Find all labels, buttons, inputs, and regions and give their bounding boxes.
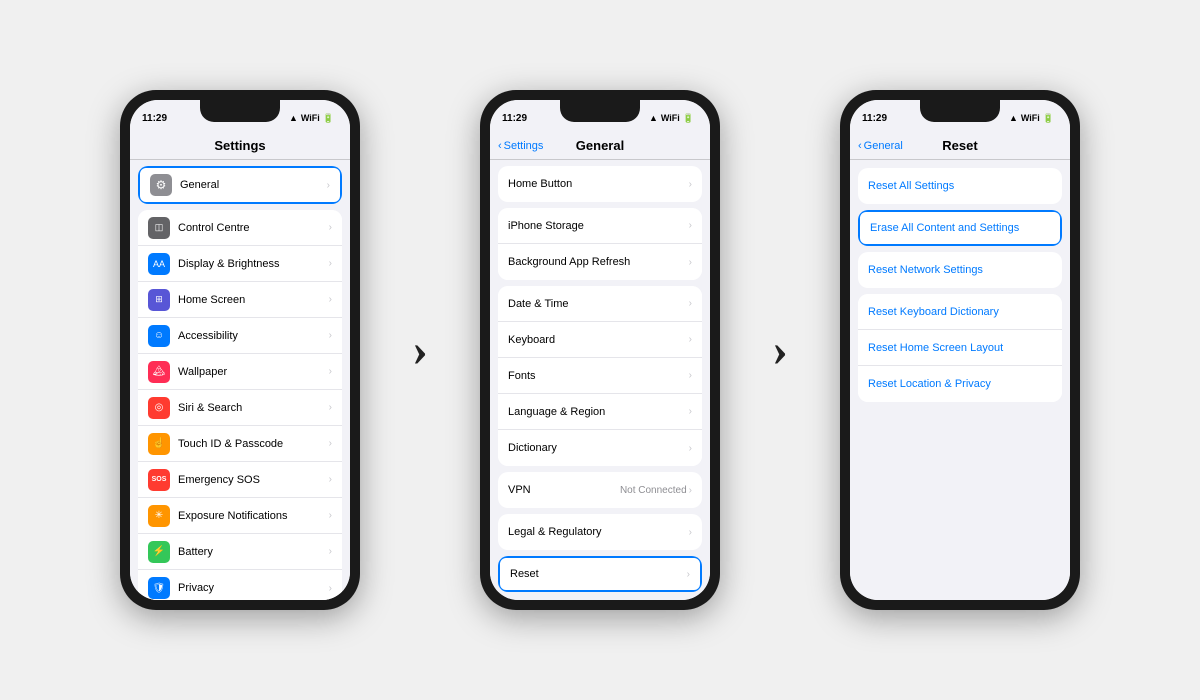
general-group-4: VPN Not Connected › bbox=[498, 472, 702, 508]
general-group-1: Home Button › bbox=[498, 166, 702, 202]
general-item-keyboard[interactable]: Keyboard › bbox=[498, 322, 702, 358]
back-label-settings: Settings bbox=[504, 140, 544, 152]
reset-item-keyboard[interactable]: Reset Keyboard Dictionary bbox=[858, 294, 1062, 330]
icon-touchid: ☝ bbox=[148, 433, 170, 455]
status-icons-3: ▲WiFi🔋 bbox=[1009, 113, 1054, 124]
phone-2: 11:29 ▲WiFi🔋 ‹ Settings General Home But… bbox=[480, 90, 720, 610]
notch-1 bbox=[200, 100, 280, 122]
back-btn-general[interactable]: ‹ General bbox=[858, 140, 903, 152]
settings-item-battery[interactable]: ⚡ Battery › bbox=[138, 534, 342, 570]
settings-item-exposure[interactable]: ✳ Exposure Notifications › bbox=[138, 498, 342, 534]
reset-item-home-screen-layout[interactable]: Reset Home Screen Layout bbox=[858, 330, 1062, 366]
general-group-3: Date & Time › Keyboard › Fonts › Languag… bbox=[498, 286, 702, 466]
back-btn-settings[interactable]: ‹ Settings bbox=[498, 140, 543, 152]
reset-group-1: Reset All Settings bbox=[858, 168, 1062, 204]
icon-home-screen: ⊞ bbox=[148, 289, 170, 311]
shut-down-container: Shut Down bbox=[490, 598, 710, 600]
settings-item-control-centre[interactable]: ◫ Control Centre › bbox=[138, 210, 342, 246]
settings-item-accessibility[interactable]: ☺ Accessibility › bbox=[138, 318, 342, 354]
icon-general: ⚙ bbox=[150, 174, 172, 196]
icon-accessibility: ☺ bbox=[148, 325, 170, 347]
label-general: General bbox=[180, 179, 327, 191]
screen-content-1: ⚙ General › ◫ Control Centre › AA Displa… bbox=[130, 160, 350, 600]
general-group-5: Legal & Regulatory › bbox=[498, 514, 702, 550]
group-settings-2: ◫ Control Centre › AA Display & Brightne… bbox=[138, 210, 342, 600]
general-item-background-app[interactable]: Background App Refresh › bbox=[498, 244, 702, 280]
reset-item-location[interactable]: Reset Location & Privacy bbox=[858, 366, 1062, 402]
general-item-dictionary[interactable]: Dictionary › bbox=[498, 430, 702, 466]
icon-sos: SOS bbox=[148, 469, 170, 491]
settings-item-sos[interactable]: SOS Emergency SOS › bbox=[138, 462, 342, 498]
group-general: ⚙ General › bbox=[138, 166, 342, 204]
general-item-date-time[interactable]: Date & Time › bbox=[498, 286, 702, 322]
icon-exposure: ✳ bbox=[148, 505, 170, 527]
settings-item-privacy[interactable]: 🛡 Privacy › bbox=[138, 570, 342, 600]
screen-title-1: Settings bbox=[214, 138, 265, 153]
time-2: 11:29 bbox=[502, 113, 527, 124]
settings-item-home-screen[interactable]: ⊞ Home Screen › bbox=[138, 282, 342, 318]
notch-2 bbox=[560, 100, 640, 122]
settings-item-wallpaper[interactable]: 🏔 Wallpaper › bbox=[138, 354, 342, 390]
settings-item-display[interactable]: AA Display & Brightness › bbox=[138, 246, 342, 282]
icon-privacy: 🛡 bbox=[148, 577, 170, 599]
general-group-reset: Reset › bbox=[498, 556, 702, 592]
general-item-reset[interactable]: Reset › bbox=[498, 556, 702, 592]
screen-content-2: Home Button › iPhone Storage › Backgroun… bbox=[490, 160, 710, 600]
nav-bar-3: ‹ General Reset bbox=[850, 132, 1070, 160]
reset-group-others: Reset Keyboard Dictionary Reset Home Scr… bbox=[858, 294, 1062, 402]
reset-group-network: Reset Network Settings bbox=[858, 252, 1062, 288]
nav-bar-2: ‹ Settings General bbox=[490, 132, 710, 160]
phone-3: 11:29 ▲WiFi🔋 ‹ General Reset Reset All S… bbox=[840, 90, 1080, 610]
reset-item-erase[interactable]: Erase All Content and Settings bbox=[858, 210, 1062, 246]
settings-item-general[interactable]: ⚙ General › bbox=[138, 166, 342, 204]
time-1: 11:29 bbox=[142, 113, 167, 124]
general-item-home-button[interactable]: Home Button › bbox=[498, 166, 702, 202]
screen-title-3: Reset bbox=[942, 138, 977, 153]
reset-item-network[interactable]: Reset Network Settings bbox=[858, 252, 1062, 288]
reset-group-erase: Erase All Content and Settings bbox=[858, 210, 1062, 246]
nav-bar-1: Settings bbox=[130, 132, 350, 160]
arrow-1: › bbox=[390, 326, 450, 374]
notch-3 bbox=[920, 100, 1000, 122]
phone-1: 11:29 ▲ WiFi 🔋 Settings ⚙ General › bbox=[120, 90, 360, 610]
screen-title-2: General bbox=[576, 138, 624, 153]
general-item-vpn[interactable]: VPN Not Connected › bbox=[498, 472, 702, 508]
settings-item-touchid[interactable]: ☝ Touch ID & Passcode › bbox=[138, 426, 342, 462]
general-item-fonts[interactable]: Fonts › bbox=[498, 358, 702, 394]
time-3: 11:29 bbox=[862, 113, 887, 124]
settings-item-siri[interactable]: ◎ Siri & Search › bbox=[138, 390, 342, 426]
status-icons-2: ▲WiFi🔋 bbox=[649, 113, 694, 124]
arrow-2: › bbox=[750, 326, 810, 374]
back-label-general: General bbox=[864, 140, 903, 152]
reset-item-all-settings[interactable]: Reset All Settings bbox=[858, 168, 1062, 204]
general-item-language[interactable]: Language & Region › bbox=[498, 394, 702, 430]
status-icons-1: ▲ WiFi 🔋 bbox=[289, 113, 334, 124]
general-group-2: iPhone Storage › Background App Refresh … bbox=[498, 208, 702, 280]
icon-battery: ⚡ bbox=[148, 541, 170, 563]
icon-wallpaper: 🏔 bbox=[148, 361, 170, 383]
general-item-legal[interactable]: Legal & Regulatory › bbox=[498, 514, 702, 550]
icon-siri: ◎ bbox=[148, 397, 170, 419]
icon-control-centre: ◫ bbox=[148, 217, 170, 239]
icon-display: AA bbox=[148, 253, 170, 275]
screen-content-3: Reset All Settings Erase All Content and… bbox=[850, 160, 1070, 600]
general-item-iphone-storage[interactable]: iPhone Storage › bbox=[498, 208, 702, 244]
